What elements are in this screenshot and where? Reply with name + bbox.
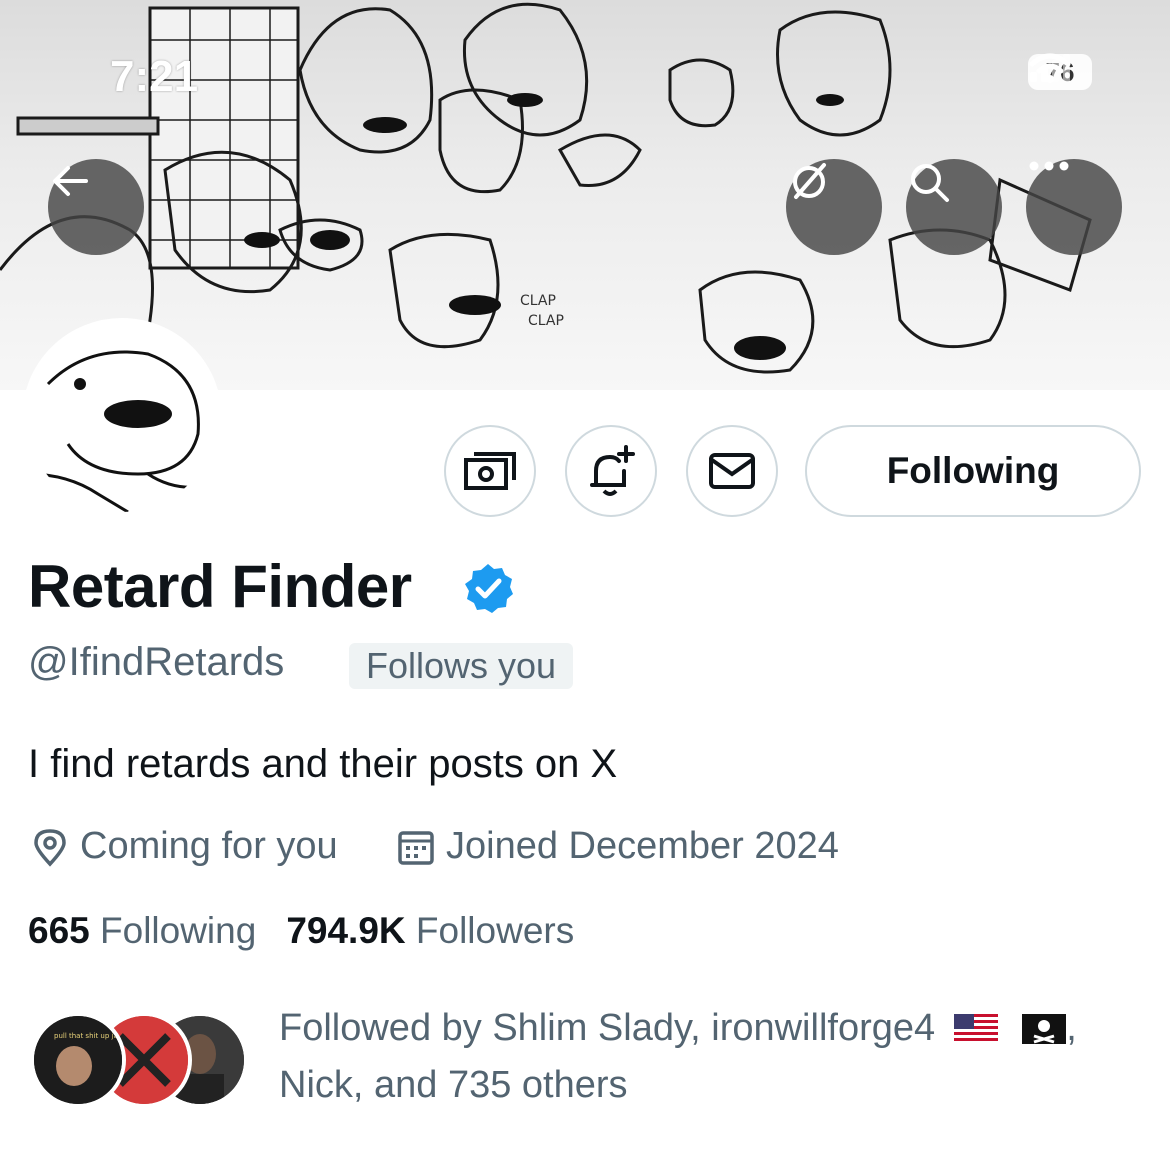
- wifi-icon: [1029, 53, 1071, 83]
- profile-banner[interactable]: CLAP CLAP 7:21 76: [0, 0, 1170, 390]
- us-flag-icon: [953, 1014, 998, 1044]
- following-count-link[interactable]: 665 Following: [28, 910, 256, 952]
- arrow-left-icon: [53, 166, 88, 196]
- money-icon: [464, 452, 516, 490]
- followed-by-names: Followed by Shlim Slady, ironwillforge4: [279, 1007, 936, 1049]
- following-count: 665: [28, 910, 90, 951]
- follower-avatar[interactable]: pull that shit up jamie: [30, 1012, 126, 1108]
- status-icons: 76: [1028, 52, 1092, 92]
- status-time: 7:21: [110, 52, 199, 101]
- grok-icon: [793, 163, 826, 199]
- search-button[interactable]: [906, 159, 1002, 255]
- display-name: Retard Finder: [28, 553, 412, 620]
- notifications-button[interactable]: [565, 425, 657, 517]
- follower-avatar-image: pull that shit up jamie: [34, 1016, 122, 1104]
- search-icon: [911, 164, 949, 202]
- banner-clap-text: CLAP: [520, 293, 556, 309]
- location-pin-icon: [34, 828, 66, 867]
- more-button[interactable]: [1026, 159, 1122, 255]
- avatar-caption: pull that shit up jamie: [54, 1032, 122, 1040]
- banner-clap-text: CLAP: [528, 313, 564, 329]
- profile-avatar[interactable]: [22, 318, 222, 518]
- joined-text: Joined December 2024: [446, 825, 839, 867]
- calendar-icon: [398, 830, 434, 865]
- bell-plus-icon: [590, 445, 635, 496]
- message-button[interactable]: [686, 425, 778, 517]
- back-button[interactable]: [48, 159, 144, 255]
- follows-you-badge: Follows you: [349, 643, 574, 689]
- tip-button[interactable]: [444, 425, 536, 517]
- follow-counts: 665 Following 794.9K Followers: [28, 910, 574, 952]
- grok-button[interactable]: [786, 159, 882, 255]
- followed-by-text[interactable]: Followed by Shlim Slady, ironwillforge4 …: [279, 1000, 1139, 1114]
- verified-badge-icon[interactable]: [462, 562, 514, 614]
- followed-by-others: Nick, and 735 others: [279, 1064, 628, 1106]
- avatar-drawing: [28, 324, 216, 512]
- profile-location: Coming for you: [30, 825, 338, 868]
- followers-count-link[interactable]: 794.9K Followers: [286, 910, 574, 952]
- more-horizontal-icon: [1029, 161, 1069, 171]
- followers-label: Followers: [415, 910, 575, 951]
- envelope-icon: [709, 453, 755, 489]
- profile-handle: @IfindRetards: [28, 640, 285, 684]
- followers-count: 794.9K: [286, 910, 406, 951]
- location-text: Coming for you: [80, 825, 338, 867]
- following-label: Following: [100, 910, 257, 951]
- pirate-flag-icon: [1022, 1014, 1067, 1044]
- profile-joined: Joined December 2024: [396, 825, 839, 868]
- following-button[interactable]: Following: [805, 425, 1141, 517]
- profile-bio: I find retards and their posts on X: [28, 742, 618, 786]
